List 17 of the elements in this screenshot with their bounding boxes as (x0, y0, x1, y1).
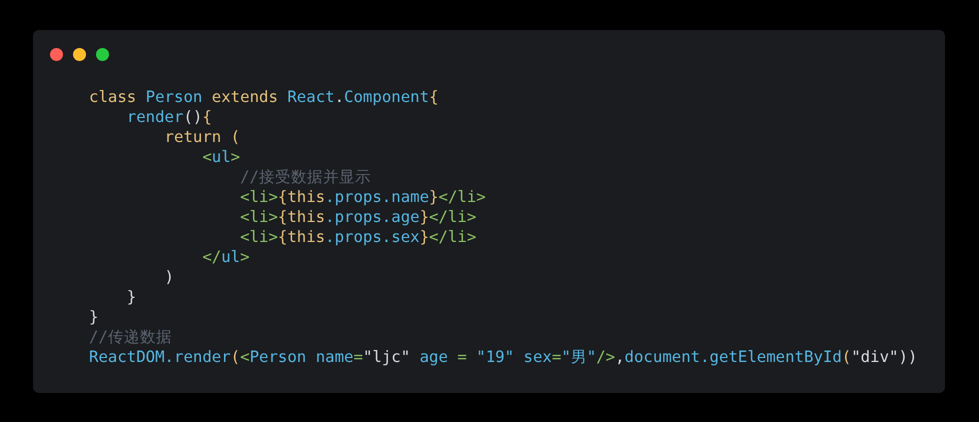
code-line: render(){ (126, 107, 212, 127)
code-line: <li>{this.props.sex}</li> (239, 227, 476, 247)
code-line: <ul> (201, 147, 240, 167)
code-line: ReactDOM.render(<Person name="ljc" age = "19" sex="男"/>,document.getElementById("div")) (89, 347, 918, 367)
code-line: return ( (164, 127, 240, 147)
code-line: <li>{this.props.age}</li> (239, 207, 476, 227)
close-dot-icon (50, 48, 63, 61)
code-line: class Person extends React.Component{ (89, 87, 439, 107)
code-line: ) (164, 267, 174, 287)
code-line: //接受数据并显示 (239, 167, 372, 187)
minimize-dot-icon (73, 48, 86, 61)
code-line: } (126, 287, 136, 307)
code-line: //传递数据 (89, 327, 172, 347)
code-line: <li>{this.props.name}</li> (239, 187, 486, 207)
code-line: } (89, 307, 98, 327)
code-line: </ul> (201, 247, 250, 267)
maximize-dot-icon (96, 48, 109, 61)
